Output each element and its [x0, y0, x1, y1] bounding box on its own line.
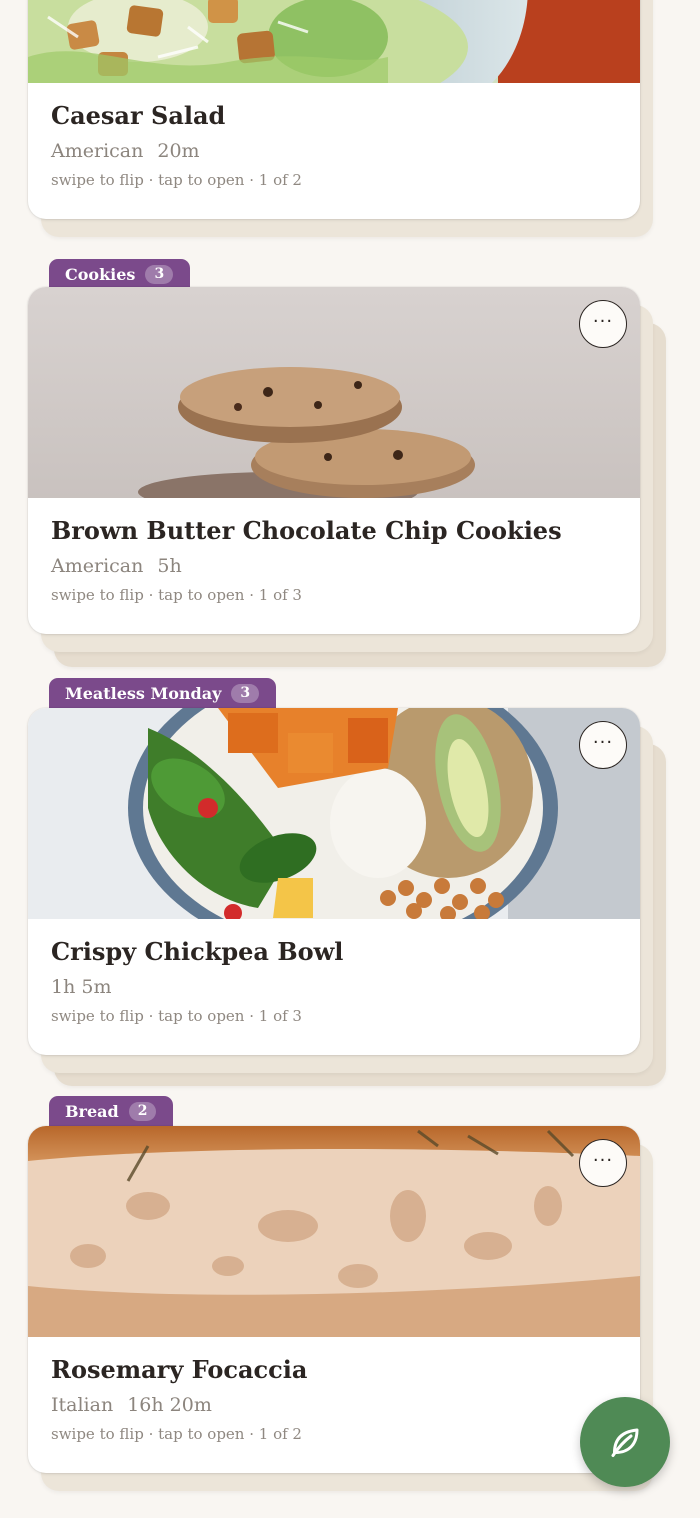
recipe-card[interactable]: ··· Brown Butter Chocolate Chip Cookies …	[28, 287, 640, 634]
recipe-meta: Italian 16h 20m	[51, 1393, 617, 1417]
recipe-card-body: Caesar Salad American 20m swipe to flip ·…	[28, 83, 640, 219]
recipe-card[interactable]: ··· Rosemary Focaccia Italian 16h 20m swi…	[28, 1126, 640, 1473]
recipe-photo-cookies: ···	[28, 287, 640, 498]
recipe-card[interactable]: Caesar Salad American 20m swipe to flip ·…	[28, 0, 640, 219]
recipe-hint: swipe to flip · tap to open · 1 of 3	[51, 586, 302, 604]
more-options-button[interactable]: ···	[579, 1139, 627, 1187]
recipe-title: Rosemary Focaccia	[51, 1355, 308, 1384]
recipe-hint: swipe to flip · tap to open · 1 of 2	[51, 171, 302, 189]
new-recipe-fab[interactable]	[580, 1397, 670, 1487]
recipe-stack-cookies: ··· Brown Butter Chocolate Chip Cookies …	[28, 287, 666, 667]
recipe-cuisine: American	[51, 140, 144, 162]
focaccia-image	[28, 1126, 640, 1337]
more-options-button[interactable]: ···	[579, 721, 627, 769]
recipe-cuisine: American	[51, 555, 144, 577]
recipe-time: 20m	[157, 140, 200, 162]
collection-name: Bread	[65, 1102, 119, 1121]
collection-tab-cookies[interactable]: Cookies 3	[49, 259, 191, 290]
recipe-meta: American 20m	[51, 139, 617, 163]
collection-tab-bread[interactable]: Bread 2	[49, 1096, 174, 1127]
collection-name: Meatless Monday	[65, 684, 222, 703]
recipe-meta: 1h 5m	[51, 975, 617, 999]
more-options-button[interactable]: ···	[579, 300, 627, 348]
recipe-card-body: Brown Butter Chocolate Chip Cookies Amer…	[28, 498, 640, 634]
cookies-image	[28, 287, 640, 498]
caesar-salad-image	[28, 0, 640, 83]
recipe-title: Brown Butter Chocolate Chip Cookies	[51, 516, 562, 545]
recipe-meta: American 5h	[51, 554, 617, 578]
collection-tab-meatless-monday[interactable]: Meatless Monday 3	[49, 678, 277, 709]
recipe-time: 1h 5m	[51, 976, 112, 998]
recipe-time: 5h	[157, 555, 182, 577]
recipe-cuisine: Italian	[51, 1394, 114, 1416]
recipe-stack-bread: ··· Rosemary Focaccia Italian 16h 20m swi…	[28, 1126, 653, 1496]
recipe-feed: Caesar Salad American 20m swipe to flip ·…	[0, 0, 700, 1518]
recipe-photo-chickpea-bowl: ···	[28, 708, 640, 919]
recipe-title: Crispy Chickpea Bowl	[51, 937, 344, 966]
leaf-icon	[611, 1428, 639, 1457]
recipe-stack-meatless-monday: ··· Crispy Chickpea Bowl 1h 5m swipe to …	[28, 708, 666, 1088]
collection-name: Cookies	[65, 265, 136, 284]
collection-count-badge: 2	[128, 1102, 157, 1121]
recipe-hint: swipe to flip · tap to open · 1 of 3	[51, 1007, 302, 1025]
recipe-card-body: Crispy Chickpea Bowl 1h 5m swipe to flip…	[28, 919, 640, 1055]
recipe-hint: swipe to flip · tap to open · 1 of 2	[51, 1425, 302, 1443]
recipe-photo-focaccia: ···	[28, 1126, 640, 1337]
chickpea-bowl-image	[28, 708, 640, 919]
recipe-time: 16h 20m	[127, 1394, 212, 1416]
recipe-card-body: Rosemary Focaccia Italian 16h 20m swipe t…	[28, 1337, 640, 1473]
recipe-stack-caesar: Caesar Salad American 20m swipe to flip ·…	[28, 0, 653, 237]
recipe-photo-caesar-salad	[28, 0, 640, 83]
collection-count-badge: 3	[231, 684, 260, 703]
collection-count-badge: 3	[145, 265, 174, 284]
recipe-title: Caesar Salad	[51, 101, 226, 130]
recipe-card[interactable]: ··· Crispy Chickpea Bowl 1h 5m swipe to …	[28, 708, 640, 1055]
